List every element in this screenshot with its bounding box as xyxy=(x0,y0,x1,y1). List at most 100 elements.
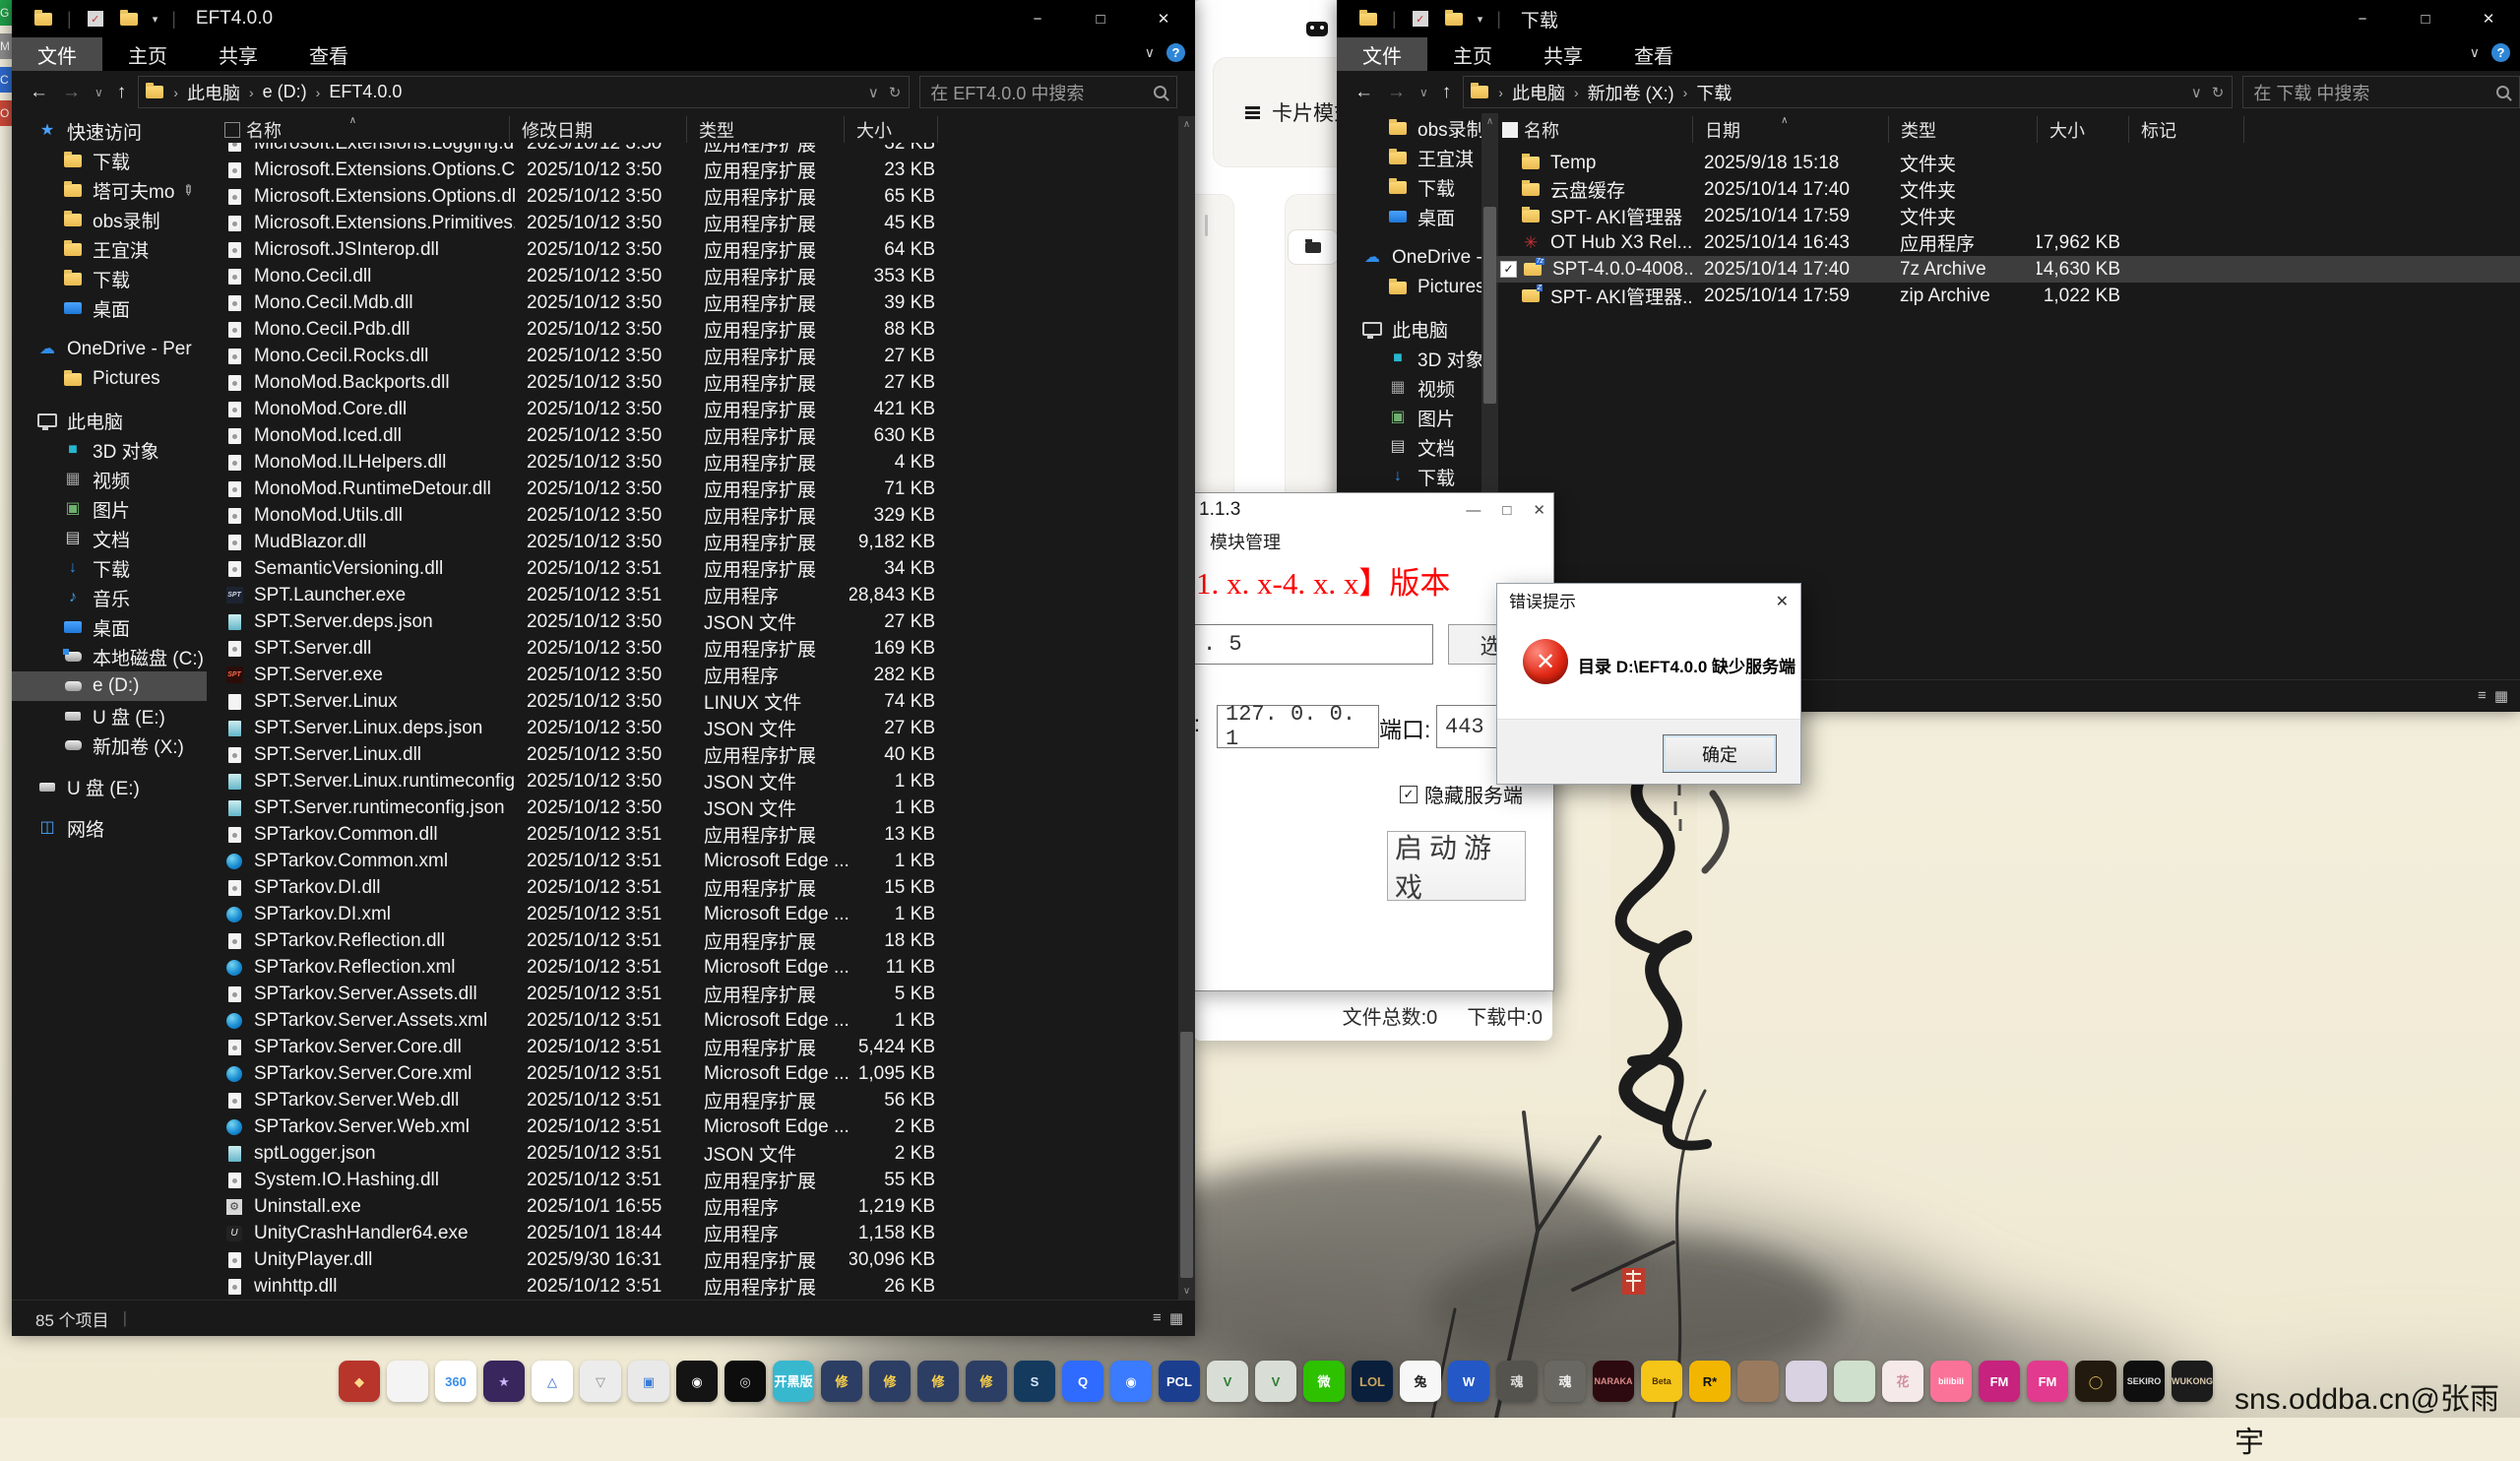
sidebar-item[interactable]: ◫网络 xyxy=(12,813,207,843)
file-row[interactable]: Microsoft.Extensions.Primitives.dll2025/… xyxy=(219,210,1178,236)
sidebar-item[interactable]: ▦视频 xyxy=(12,465,207,494)
file-row[interactable]: SemanticVersioning.dll2025/10/12 3:51应用程… xyxy=(219,555,1178,582)
forza-icon[interactable]: FM xyxy=(2027,1361,2068,1402)
maximize-button[interactable]: □ xyxy=(1502,502,1511,519)
forza-icon[interactable]: FM xyxy=(1979,1361,2020,1402)
file-row[interactable]: 云盘缓存2025/10/14 17:40文件夹 xyxy=(1496,176,2520,203)
breadcrumb-item[interactable]: 新加卷 (X:) xyxy=(1588,80,1674,105)
sidebar-item[interactable]: ↓下载 xyxy=(1337,462,1481,491)
recycle-bin-icon[interactable]: ▽ xyxy=(580,1361,621,1402)
column-header-日期[interactable]: 日期∧ xyxy=(1693,116,1889,143)
blossom-icon[interactable]: 花 xyxy=(1882,1361,1923,1402)
trainer-icon[interactable]: 修 xyxy=(869,1361,911,1402)
sidebar-item[interactable]: 此电脑 xyxy=(1337,314,1481,344)
file-row[interactable]: SPT.Server.Linux.deps.json2025/10/12 3:5… xyxy=(219,715,1178,741)
sidebar-item[interactable]: obs录制 xyxy=(12,205,207,234)
file-row[interactable]: SPTarkov.DI.xml2025/10/12 3:51Microsoft … xyxy=(219,901,1178,927)
text-file-icon[interactable] xyxy=(387,1361,428,1402)
file-row[interactable]: MonoMod.Iced.dll2025/10/12 3:50应用程序扩展630… xyxy=(219,422,1178,449)
ip-input[interactable]: 127. 0. 0. 1 xyxy=(1217,705,1379,748)
maximize-button[interactable]: □ xyxy=(2394,0,2457,37)
file-row[interactable]: Mono.Cecil.Rocks.dll2025/10/12 3:50应用程序扩… xyxy=(219,343,1178,369)
file-row[interactable]: SPTarkov.Server.Core.dll2025/10/12 3:51应… xyxy=(219,1034,1178,1060)
properties-icon[interactable]: ✓ xyxy=(86,10,105,28)
tab-共享[interactable]: 共享 xyxy=(193,37,284,71)
recent-locations-icon[interactable]: ∨ xyxy=(1419,86,1428,99)
file-row[interactable]: SPT.Server.dll2025/10/12 3:50应用程序扩展169 K… xyxy=(219,635,1178,662)
camera-app-icon[interactable]: ◉ xyxy=(1110,1361,1152,1402)
search-input[interactable]: 在 EFT4.0.0 中搜索 xyxy=(919,76,1177,108)
file-row[interactable]: SPTarkov.Common.dll2025/10/12 3:51应用程序扩展… xyxy=(219,821,1178,848)
file-row[interactable]: ⚙Uninstall.exe2025/10/1 16:55应用程序1,219 K… xyxy=(219,1193,1178,1220)
rabbit-app-icon[interactable]: 兔 xyxy=(1400,1361,1441,1402)
tab-查看[interactable]: 查看 xyxy=(1608,37,1699,71)
wechat-icon[interactable]: 微 xyxy=(1303,1361,1345,1402)
maximize-button[interactable]: □ xyxy=(1069,0,1132,37)
file-row[interactable]: SPT.Server.Linux2025/10/12 3:50LINUX 文件7… xyxy=(219,688,1178,715)
file-row[interactable]: SPT.Server.deps.json2025/10/12 3:50JSON … xyxy=(219,608,1178,635)
steam-icon[interactable]: S xyxy=(1014,1361,1055,1402)
file-row[interactable]: SPTarkov.Server.Web.dll2025/10/12 3:51应用… xyxy=(219,1087,1178,1113)
file-row[interactable]: SPTarkov.Common.xml2025/10/12 3:51Micros… xyxy=(219,848,1178,874)
file-row[interactable]: SPTarkov.Server.Assets.dll2025/10/12 3:5… xyxy=(219,981,1178,1007)
game-path-input[interactable]: . 5 xyxy=(1194,624,1433,665)
sekiro-icon[interactable]: SEKIRO xyxy=(2123,1361,2165,1402)
file-row[interactable]: Microsoft.JSInterop.dll2025/10/12 3:50应用… xyxy=(219,236,1178,263)
column-header-类型[interactable]: 类型 xyxy=(687,116,845,143)
sidebar-item[interactable]: ▦视频 xyxy=(1337,373,1481,403)
sidebar-item[interactable]: ▣图片 xyxy=(1337,403,1481,432)
file-row[interactable]: MonoMod.ILHelpers.dll2025/10/12 3:50应用程序… xyxy=(219,449,1178,476)
file-row[interactable]: Temp2025/9/18 15:18文件夹 xyxy=(1496,150,2520,176)
sidebar-item[interactable]: 桌面 xyxy=(12,612,207,642)
sidebar-item[interactable]: 王宜淇 xyxy=(1337,143,1481,172)
desktop-icon-G[interactable]: G xyxy=(0,0,12,26)
sidebar-item[interactable]: obs录制 xyxy=(1337,113,1481,143)
sidebar-item[interactable]: 下载 xyxy=(12,146,207,175)
souls-game-icon[interactable]: 魂 xyxy=(1544,1361,1586,1402)
minimize-button[interactable]: — xyxy=(1466,502,1480,519)
new-folder-icon[interactable] xyxy=(119,10,139,28)
file-row[interactable]: Microsoft.Extensions.Options.dll2025/10/… xyxy=(219,183,1178,210)
properties-icon[interactable]: ✓ xyxy=(1411,10,1430,28)
close-icon[interactable]: ✕ xyxy=(1776,592,1789,611)
forward-button[interactable]: → xyxy=(62,82,81,103)
ok-button[interactable]: 确定 xyxy=(1663,734,1777,773)
anime-app-icon[interactable] xyxy=(1786,1361,1827,1402)
night-app-icon[interactable]: ★ xyxy=(483,1361,525,1402)
sidebar-item[interactable]: 新加卷 (X:) xyxy=(12,730,207,760)
address-dropdown-icon[interactable]: ∨ xyxy=(868,84,879,101)
sidebar-item[interactable]: ▤文档 xyxy=(12,524,207,553)
title-bar[interactable]: | ✓ ▾ | EFT4.0.0 − □ ✕ xyxy=(12,0,1195,37)
menu-module-manage[interactable]: 模块管理 xyxy=(1210,529,1281,554)
file-row[interactable]: MonoMod.Backports.dll2025/10/12 3:50应用程序… xyxy=(219,369,1178,396)
bilibili-icon[interactable]: bilibili xyxy=(1930,1361,1972,1402)
file-row[interactable]: SPTarkov.DI.dll2025/10/12 3:51应用程序扩展15 K… xyxy=(219,874,1178,901)
sidebar-item[interactable]: ■3D 对象 xyxy=(12,435,207,465)
help-icon[interactable]: ? xyxy=(1166,43,1185,62)
file-row[interactable]: UnityPlayer.dll2025/9/30 16:31应用程序扩展30,0… xyxy=(219,1246,1178,1273)
thumbnail-view-icon[interactable]: ▦ xyxy=(2494,687,2508,705)
file-row[interactable]: SPT- AKI管理器2025/10/14 17:59文件夹 xyxy=(1496,203,2520,229)
tab-主页[interactable]: 主页 xyxy=(1427,37,1518,71)
wegame-icon[interactable]: W xyxy=(1448,1361,1489,1402)
drag-handle[interactable] xyxy=(1205,215,1208,236)
hide-server-checkbox[interactable]: ✓ xyxy=(1400,786,1418,803)
column-header-大小[interactable]: 大小 xyxy=(2038,116,2129,143)
rockstar-icon[interactable]: R* xyxy=(1689,1361,1731,1402)
help-icon[interactable]: ? xyxy=(2491,43,2510,62)
file-row[interactable]: Mono.Cecil.dll2025/10/12 3:50应用程序扩展353 K… xyxy=(219,263,1178,289)
webcam-app-icon[interactable]: ◎ xyxy=(724,1361,766,1402)
details-view-icon[interactable]: ≡ xyxy=(2478,687,2487,705)
sidebar-item[interactable]: ■3D 对象 xyxy=(1337,344,1481,373)
close-button[interactable]: ✕ xyxy=(1533,501,1545,519)
file-row[interactable]: SPTarkov.Server.Web.xml2025/10/12 3:51Mi… xyxy=(219,1113,1178,1140)
toolbar-caret-icon[interactable]: ▾ xyxy=(1478,13,1483,26)
open-folder-button[interactable] xyxy=(1288,229,1339,265)
sidebar-item[interactable]: ☁OneDrive - Per xyxy=(12,335,207,364)
naraka-icon[interactable]: NARAKA xyxy=(1593,1361,1634,1402)
sidebar-item[interactable]: U 盘 (E:) xyxy=(12,772,207,801)
sidebar-item[interactable]: 下载 xyxy=(12,264,207,293)
file-row[interactable]: UUnityCrashHandler64.exe2025/10/1 18:44应… xyxy=(219,1220,1178,1246)
tab-文件[interactable]: 文件 xyxy=(1337,37,1427,71)
file-row[interactable]: SPTSPT.Launcher.exe2025/10/12 3:51应用程序28… xyxy=(219,582,1178,608)
